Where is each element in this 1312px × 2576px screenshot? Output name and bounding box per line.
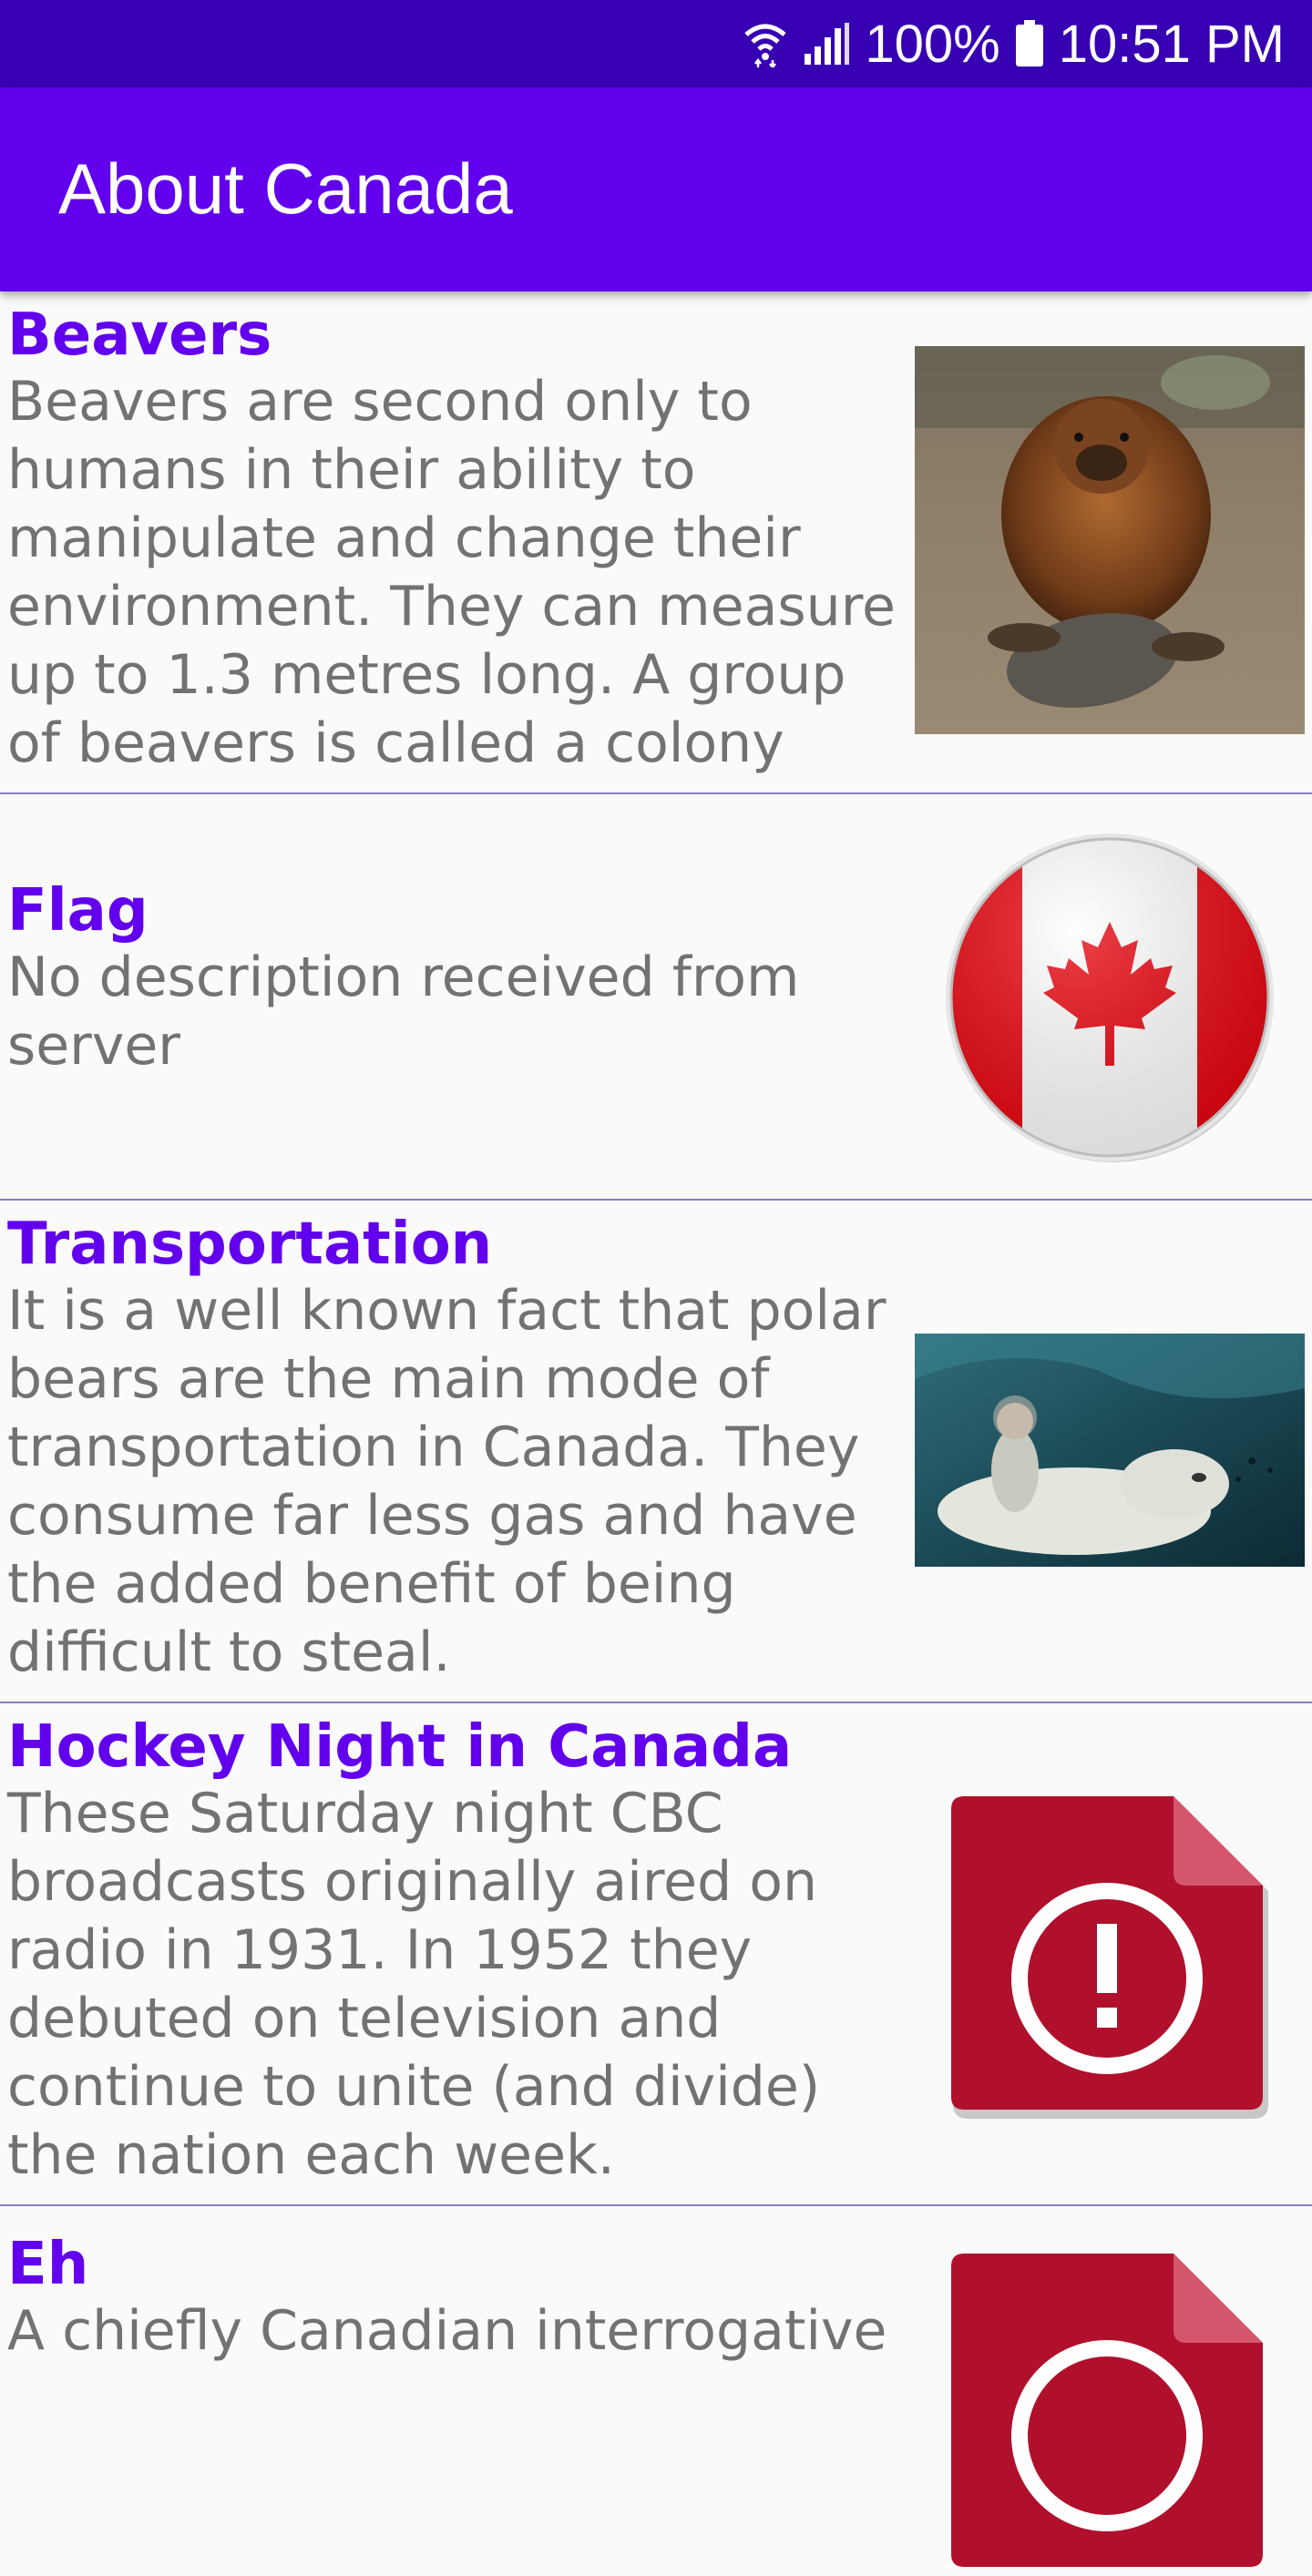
battery-icon bbox=[1015, 20, 1044, 67]
list-item[interactable]: Beavers Beavers are second only to human… bbox=[0, 291, 1312, 794]
list-item[interactable]: Transportation It is a well known fact t… bbox=[0, 1201, 1312, 1703]
item-description: It is a well known fact that polar bears… bbox=[7, 1279, 887, 1684]
item-title: Eh bbox=[7, 2231, 89, 2298]
page-title: About Canada bbox=[58, 148, 513, 229]
list-item[interactable]: Hockey Night in Canada These Saturday ni… bbox=[0, 1703, 1312, 2206]
battery-percent: 100% bbox=[865, 14, 1000, 74]
item-title: Transportation bbox=[7, 1211, 493, 1278]
app-bar: About Canada bbox=[0, 87, 1312, 291]
clock: 10:51 PM bbox=[1058, 14, 1285, 74]
item-description: Beavers are second only to humans in the… bbox=[7, 370, 896, 775]
item-title: Hockey Night in Canada bbox=[7, 1713, 793, 1781]
beaver-photo bbox=[915, 346, 1305, 734]
facts-list[interactable]: Beavers Beavers are second only to human… bbox=[0, 291, 1312, 2567]
item-description: No description received from server bbox=[7, 946, 800, 1078]
list-item[interactable]: Eh A chiefly Canadian interrogative bbox=[0, 2206, 1312, 2567]
broken-image-icon bbox=[948, 2254, 1270, 2576]
item-title: Beavers bbox=[7, 302, 272, 369]
signal-icon bbox=[803, 21, 850, 66]
status-bar: 100% 10:51 PM bbox=[0, 0, 1312, 87]
item-title: Flag bbox=[7, 877, 149, 945]
polar-bear-rider-photo bbox=[915, 1334, 1305, 1567]
broken-image-icon bbox=[948, 1796, 1270, 2119]
wifi-icon bbox=[743, 20, 788, 67]
canada-flag-image bbox=[943, 831, 1276, 1164]
item-description: These Saturday night CBC broadcasts orig… bbox=[7, 1782, 821, 2187]
list-item[interactable]: Flag No description received from server bbox=[0, 794, 1312, 1201]
